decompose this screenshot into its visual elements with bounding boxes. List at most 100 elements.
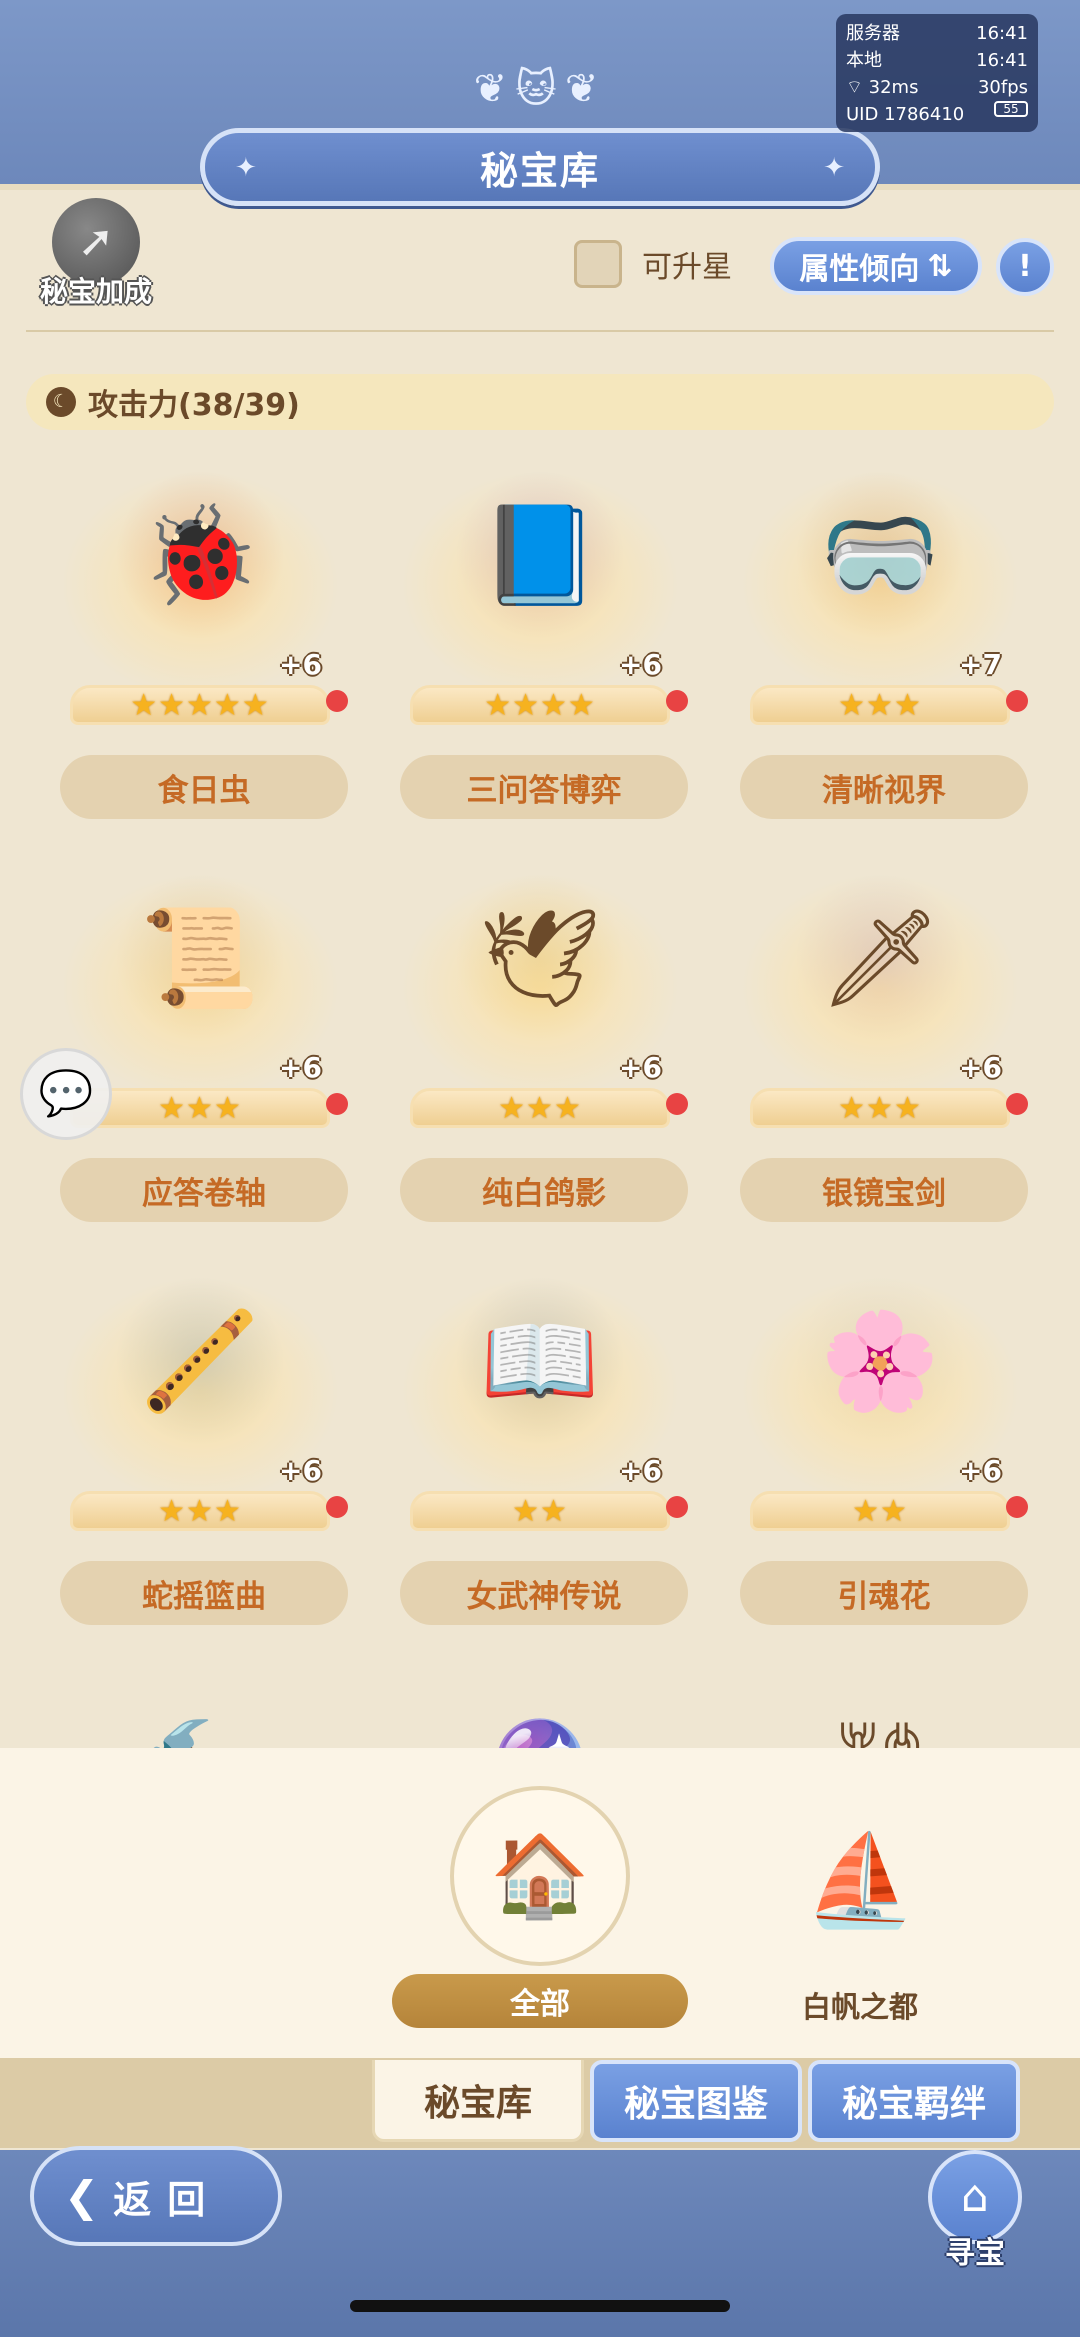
notification-dot	[1006, 1093, 1028, 1115]
pedestal: ★★★	[750, 685, 1010, 725]
flute-icon: 🪈	[115, 1276, 285, 1446]
fps-value: 30fps	[977, 77, 1028, 98]
notification-dot	[666, 1093, 688, 1115]
item-name: 引魂花	[837, 1578, 931, 1615]
star-rating: ★★★★★	[130, 687, 270, 723]
notification-dot	[326, 1496, 348, 1518]
region-all-label: 全部	[392, 1974, 688, 2028]
wifi-ping: ⌔ 32ms	[846, 77, 919, 98]
back-button[interactable]: ❮ 返回	[30, 2146, 282, 2246]
treasure-card[interactable]: 📖 +6 ★★ 女武神传说	[370, 1256, 710, 1646]
star-rating: ★★★	[158, 1493, 242, 1529]
back-chevron-icon: ❮	[64, 2171, 100, 2221]
item-level: +6	[279, 1454, 322, 1487]
section-title: 攻击力(38/39)	[88, 388, 300, 423]
attribute-sort-label: 属性倾向	[799, 252, 920, 287]
treasure-card[interactable]: 🐞 +6 ★★★★★ 食日虫	[30, 450, 370, 840]
island-house-icon: 🏠	[450, 1786, 630, 1966]
item-level: +6	[959, 1454, 1002, 1487]
pedestal: ★★★★★	[70, 685, 330, 725]
treasure-card[interactable]: 🌸 +6 ★★ 引魂花	[710, 1256, 1050, 1646]
name-plate: 蛇摇篮曲	[60, 1561, 348, 1625]
name-plate: 应答卷轴	[60, 1158, 348, 1222]
star-rating: ★★★	[158, 1090, 242, 1126]
pedestal: ★★★	[750, 1088, 1010, 1128]
title-plate: ✦ 秘宝库 ✦	[200, 128, 880, 206]
star-rating: ★★★	[498, 1090, 582, 1126]
notification-dot	[326, 690, 348, 712]
treasure-card[interactable]: 🗡 +6 ★★★ 银镜宝剑	[710, 853, 1050, 1243]
tab-compendium[interactable]: 秘宝图鉴	[590, 2060, 802, 2142]
local-label: 本地	[846, 50, 882, 71]
pedestal: ★★★	[410, 1088, 670, 1128]
item-level: +6	[619, 648, 662, 681]
divider	[26, 330, 1054, 332]
region-sail-city-button[interactable]: ⛵ 白帆之都	[760, 1800, 960, 2030]
treasure-card-partial[interactable]: 🔨	[30, 1686, 370, 1751]
info-button[interactable]: !	[996, 238, 1054, 296]
sort-toggle-icon: ⇅	[927, 248, 953, 284]
status-overlay: 服务器 16:41 本地 16:41 ⌔ 32ms 30fps UID 1786410…	[836, 14, 1038, 132]
region-sail-city-label: 白帆之都	[801, 1990, 918, 2024]
treasure-card[interactable]: 🥽 +7 ★★★ 清晰视界	[710, 450, 1050, 840]
item-level: +6	[619, 1051, 662, 1084]
item-name: 三问答博弈	[466, 772, 622, 809]
name-plate: 银镜宝剑	[740, 1158, 1028, 1222]
item-level: +6	[279, 1051, 322, 1084]
item-name: 女武神传说	[466, 1578, 622, 1615]
local-time: 16:41	[976, 50, 1028, 71]
goggles-icon: 🥽	[795, 470, 965, 640]
treasure-card[interactable]: 📜 +6 ★★★ 应答卷轴	[30, 853, 370, 1243]
notification-dot	[1006, 1496, 1028, 1518]
home-indicator[interactable]	[350, 2300, 730, 2312]
notification-dot	[326, 1093, 348, 1115]
server-time: 16:41	[976, 23, 1028, 44]
name-plate: 女武神传说	[400, 1561, 688, 1625]
treasure-card-partial[interactable]: ⛓	[710, 1686, 1050, 1751]
book-icon: 📘	[455, 470, 625, 640]
item-name: 蛇摇篮曲	[142, 1578, 266, 1615]
upgradable-label: 可升星	[642, 250, 732, 285]
star-rating: ★★	[852, 1493, 908, 1529]
treasure-card[interactable]: 🪈 +6 ★★★ 蛇摇篮曲	[30, 1256, 370, 1646]
treasure-card[interactable]: 📘 +6 ★★★★ 三问答博弈	[370, 450, 710, 840]
star-rating: ★★	[512, 1493, 568, 1529]
item-level: +6	[279, 648, 322, 681]
attribute-sort-button[interactable]: 属性倾向 ⇅	[770, 237, 982, 295]
treasure-hunt-label: 寻宝	[945, 2236, 1005, 2271]
upgradable-checkbox[interactable]	[574, 240, 622, 288]
back-label: 返回	[113, 2177, 222, 2222]
tab-bonds[interactable]: 秘宝羁绊	[808, 2060, 1020, 2142]
tome-icon: 📖	[455, 1276, 625, 1446]
name-plate: 引魂花	[740, 1561, 1028, 1625]
purple-item-icon: 🔮	[455, 1686, 625, 1751]
name-plate: 清晰视界	[740, 755, 1028, 819]
treasure-card-partial[interactable]: 🔮	[370, 1686, 710, 1751]
ping-value: 32ms	[868, 77, 919, 98]
notification-dot	[666, 690, 688, 712]
tab-vault[interactable]: 秘宝库	[372, 2060, 584, 2142]
notification-dot	[666, 1496, 688, 1518]
item-name: 银镜宝剑	[822, 1175, 946, 1212]
server-label: 服务器	[846, 23, 900, 44]
item-level: +6	[959, 1051, 1002, 1084]
name-plate: 食日虫	[60, 755, 348, 819]
star-rating: ★★★	[838, 1090, 922, 1126]
treasure-hunt-button[interactable]: ⌂ 寻宝	[920, 2150, 1030, 2271]
treasure-bonus-button[interactable]: ➚ 秘宝加成	[26, 198, 166, 318]
star-rating: ★★★	[838, 687, 922, 723]
item-name: 纯白鸽影	[482, 1175, 606, 1212]
pedestal: ★★	[410, 1491, 670, 1531]
name-plate: 三问答博弈	[400, 755, 688, 819]
pedestal: ★★	[750, 1491, 1010, 1531]
sparkle-icon: ✦	[235, 153, 257, 183]
upgradable-filter[interactable]: 可升星	[574, 240, 732, 288]
sword-icon: 🗡	[795, 873, 965, 1043]
treasure-grid: 🐞 +6 ★★★★★ 食日虫 📘 +6 ★★★★ 三问答博弈 🥽 +7 ★★★ …	[0, 450, 1080, 1750]
bonus-label: 秘宝加成	[39, 275, 152, 308]
treasure-card[interactable]: 🕊 +6 ★★★ 纯白鸽影	[370, 853, 710, 1243]
chat-bubble-icon[interactable]: 💬	[20, 1048, 112, 1140]
dove-icon: 🕊	[455, 873, 625, 1043]
item-name: 清晰视界	[822, 772, 946, 809]
region-all-button[interactable]: 🏠 全部	[392, 1786, 688, 2036]
